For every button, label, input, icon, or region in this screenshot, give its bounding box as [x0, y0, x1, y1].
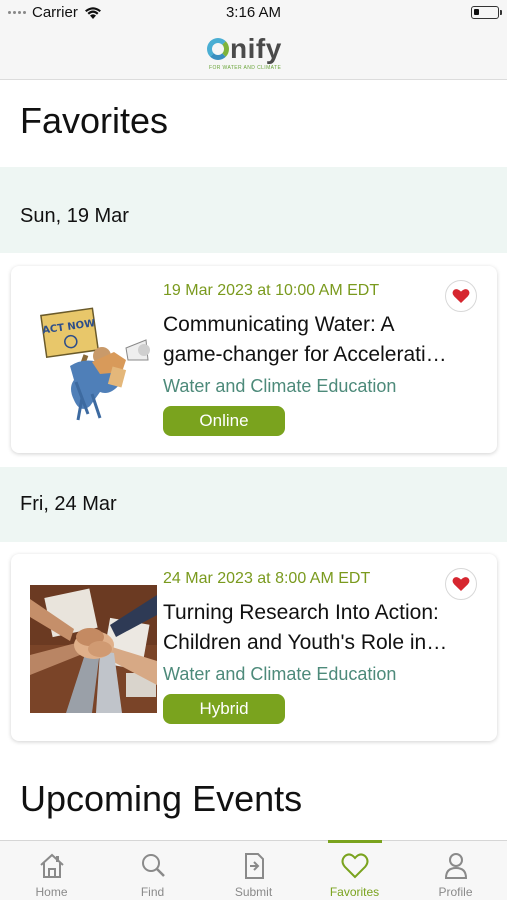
logo-wordmark: nify	[207, 34, 282, 64]
submit-doc-icon	[245, 853, 264, 879]
logo-tagline: FOR WATER AND CLIMATE	[209, 65, 282, 71]
status-time: 3:16 AM	[225, 4, 282, 21]
tab-profile[interactable]: Profile	[405, 841, 506, 900]
event-category: Water and Climate Education	[163, 376, 397, 396]
tab-home[interactable]: Home	[1, 841, 102, 900]
event-title-line: Children and Youth's Role in…	[163, 631, 448, 654]
person-icon	[444, 853, 468, 879]
battery-icon	[471, 6, 502, 19]
tab-label: Home	[35, 885, 68, 899]
search-icon	[142, 854, 165, 877]
tab-label: Favorites	[329, 885, 380, 899]
heart-icon	[341, 853, 369, 879]
event-format-badge: Online	[163, 406, 285, 436]
favorite-toggle-button[interactable]	[445, 568, 477, 600]
date-label: Sun, 19 Mar	[20, 205, 129, 227]
event-format-badge: Hybrid	[163, 694, 285, 724]
event-datetime: 19 Mar 2023 at 10:00 AM EDT	[163, 282, 380, 299]
page-title: Favorites	[20, 100, 169, 141]
event-title-line: game-changer for Accelerati…	[163, 343, 447, 366]
tab-favorites[interactable]: Favorites	[304, 841, 405, 900]
event-image: ACT NOW	[30, 296, 157, 424]
status-bar: Carrier 3:16 AM	[0, 0, 507, 26]
nav-header: nify FOR WATER AND CLIMATE	[0, 26, 507, 80]
logo-ring-icon	[207, 38, 229, 60]
date-group-header: Sun, 19 Mar	[0, 167, 507, 253]
event-card[interactable]: 24 Mar 2023 at 8:00 AM EDT Turning Resea…	[11, 554, 497, 741]
date-label: Fri, 24 Mar	[20, 493, 117, 515]
event-datetime: 24 Mar 2023 at 8:00 AM EDT	[163, 570, 371, 587]
favorite-toggle-button[interactable]	[445, 280, 477, 312]
tab-find[interactable]: Find	[102, 841, 203, 900]
tab-label: Profile	[438, 885, 473, 899]
event-image	[30, 585, 157, 713]
heart-filled-icon	[452, 289, 470, 303]
date-group-header: Fri, 24 Mar	[0, 467, 507, 542]
tab-label: Find	[140, 885, 165, 899]
heart-filled-icon	[452, 577, 470, 591]
tab-bar: Home Find Submit Favorites Profile	[0, 840, 507, 900]
event-title-line: Communicating Water: A	[163, 313, 395, 336]
event-card[interactable]: ACT NOW 19 Mar 2023 at 10:00 AM EDT Comm…	[11, 266, 497, 453]
event-title-line: Turning Research Into Action:	[163, 601, 439, 624]
event-title[interactable]: Communicating Water: A game-changer for …	[163, 310, 488, 370]
home-icon	[40, 853, 64, 878]
upcoming-events-title: Upcoming Events	[20, 778, 303, 819]
app-logo: nify FOR WATER AND CLIMATE	[207, 34, 301, 74]
tab-submit[interactable]: Submit	[203, 841, 304, 900]
tab-label: Submit	[234, 885, 273, 899]
event-category: Water and Climate Education	[163, 664, 397, 684]
event-title[interactable]: Turning Research Into Action: Children a…	[163, 598, 488, 658]
